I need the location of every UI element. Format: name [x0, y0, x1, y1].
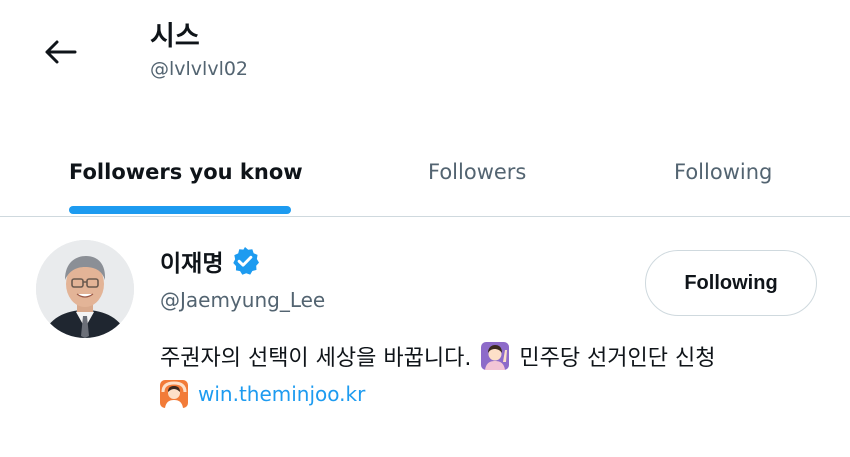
woman-raising-hand-icon [481, 342, 510, 370]
profile-handle: @lvlvlvl02 [150, 58, 249, 80]
avatar-image [36, 240, 134, 338]
user-name-row[interactable]: 이재명 [160, 244, 261, 278]
user-bio: 주권자의 선택이 세상을 바꿉니다. 민주당 선거인단 신청 [160, 340, 716, 372]
bio-text-1: 주권자의 선택이 세상을 바꿉니다. [160, 346, 472, 371]
tab-bar: Followers you know Followers Following [0, 128, 850, 217]
back-button[interactable] [38, 30, 82, 74]
user-display-name: 이재명 [160, 251, 224, 277]
user-link-row: win.theminjoo.kr [160, 378, 365, 410]
avatar[interactable] [36, 240, 134, 338]
profile-title: 시스 [150, 21, 200, 52]
tab-followers[interactable]: Followers [428, 128, 526, 216]
profile-link[interactable]: win.theminjoo.kr [198, 382, 365, 406]
bio-text-2: 민주당 선거인단 신청 [519, 346, 716, 371]
person-gesturing-ok-icon [160, 380, 188, 408]
following-button[interactable]: Following [645, 250, 817, 316]
verified-badge-icon [233, 247, 260, 275]
back-arrow-icon [45, 40, 77, 64]
active-tab-indicator [69, 206, 291, 214]
user-handle: @Jaemyung_Lee [160, 288, 326, 312]
tab-followers-you-know[interactable]: Followers you know [69, 128, 303, 216]
tab-following[interactable]: Following [674, 128, 772, 216]
